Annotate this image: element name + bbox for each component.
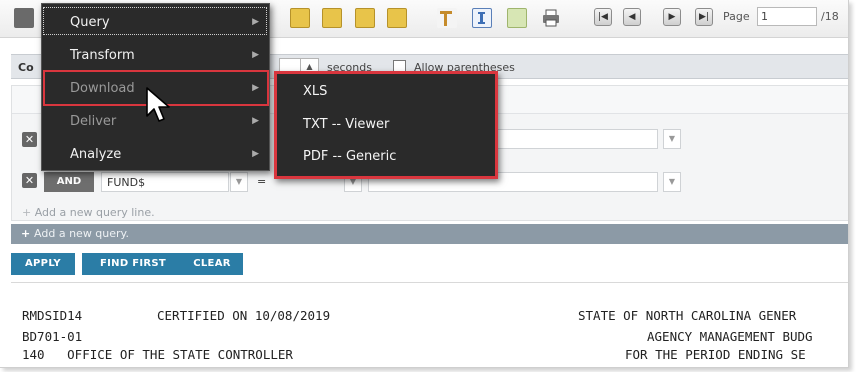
chevron-right-icon: ▶: [252, 149, 259, 159]
document-icon[interactable]: [507, 8, 527, 28]
page-number-input[interactable]: 1: [757, 7, 817, 26]
folder-icon[interactable]: [322, 8, 342, 28]
chevron-down-icon[interactable]: ▼: [663, 129, 681, 149]
report-line3-right: FOR THE PERIOD ENDING SE: [625, 347, 806, 362]
chevron-right-icon: ▶: [252, 17, 259, 27]
delete-row-icon[interactable]: ✕: [22, 132, 37, 147]
divider: [11, 282, 848, 283]
menu-item-label: Analyze: [70, 147, 122, 162]
delete-row-icon[interactable]: ✕: [22, 173, 37, 188]
query-icon[interactable]: [437, 8, 457, 28]
add-query-link[interactable]: + Add a new query.: [11, 224, 848, 244]
next-page-icon[interactable]: ▶: [663, 8, 681, 26]
condition-header-label: Co: [18, 61, 34, 74]
chevron-right-icon: ▶: [252, 116, 259, 126]
operator-label: =: [257, 175, 267, 188]
report-line1-left: RMDSID14: [22, 308, 83, 323]
report-line1-mid: CERTIFIED ON 10/08/2019: [157, 308, 331, 323]
chevron-right-icon: ▶: [252, 50, 259, 60]
chevron-down-icon[interactable]: ▼: [663, 172, 681, 192]
report-line3-left: 140 OFFICE OF THE STATE CONTROLLER: [22, 347, 293, 362]
clear-button[interactable]: CLEAR: [181, 253, 243, 275]
report-line2-left: BD701-01: [22, 329, 83, 344]
first-page-icon[interactable]: |◀: [594, 8, 612, 26]
chevron-down-icon[interactable]: ▼: [230, 172, 248, 192]
menu-item-analyze[interactable]: Analyze ▶: [42, 138, 269, 171]
prev-page-icon[interactable]: ◀: [623, 8, 641, 26]
report-content: RMDSID14 CERTIFIED ON 10/08/2019 STATE O…: [0, 290, 848, 367]
submenu-item-xls[interactable]: XLS: [303, 84, 327, 99]
folder-search-icon[interactable]: [355, 8, 375, 28]
printer-icon[interactable]: [541, 8, 561, 28]
menu-item-label: Query: [70, 15, 110, 30]
menu-item-transform[interactable]: Transform ▶: [42, 39, 269, 72]
menu-item-label: Transform: [70, 48, 135, 63]
page-label: Page: [723, 10, 750, 23]
add-query-label: Add a new query.: [34, 227, 129, 240]
add-query-line-label: Add a new query line.: [34, 206, 155, 219]
menu-item-label: Deliver: [70, 114, 117, 129]
apply-button[interactable]: APPLY: [11, 253, 75, 275]
submenu-item-txt-viewer[interactable]: TXT -- Viewer: [303, 117, 389, 132]
report-line1-right: STATE OF NORTH CAROLINA GENER: [578, 308, 797, 323]
report-icon[interactable]: [14, 8, 34, 28]
mouse-cursor-icon: [146, 87, 170, 122]
last-page-icon[interactable]: ▶|: [695, 8, 713, 26]
folder-icon[interactable]: [290, 8, 310, 28]
menu-item-query[interactable]: Query ▶: [42, 6, 269, 39]
plus-icon: +: [22, 206, 35, 219]
find-first-button[interactable]: FIND FIRST: [82, 253, 184, 275]
field-name-input[interactable]: FUND$: [101, 172, 229, 192]
and-operator-button[interactable]: AND: [44, 172, 94, 192]
page-total: /18: [821, 10, 839, 23]
folder-star-icon[interactable]: [387, 8, 407, 28]
download-submenu: XLS TXT -- Viewer PDF -- Generic: [274, 71, 498, 179]
submenu-item-pdf-generic[interactable]: PDF -- Generic: [303, 149, 396, 164]
report-line2-right: AGENCY MANAGEMENT BUDG: [647, 329, 813, 344]
text-icon[interactable]: [472, 8, 492, 28]
plus-icon: +: [21, 227, 35, 240]
add-query-line-link[interactable]: + Add a new query line.: [22, 206, 155, 219]
